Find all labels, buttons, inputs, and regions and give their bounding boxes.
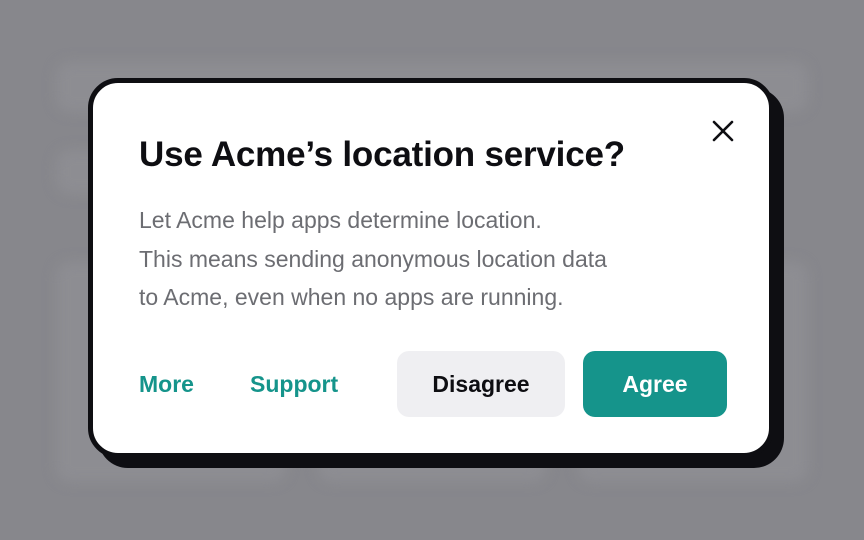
disagree-button[interactable]: Disagree xyxy=(397,351,565,417)
agree-button[interactable]: Agree xyxy=(583,351,727,417)
close-button[interactable] xyxy=(709,117,737,145)
support-button[interactable]: Support xyxy=(250,351,338,417)
dialog-actions: More Support Disagree Agree xyxy=(139,351,727,417)
dialog-message-line: Let Acme help apps determine location. xyxy=(139,207,542,233)
more-button[interactable]: More xyxy=(139,351,194,417)
dialog-title: Use Acme’s location service? xyxy=(139,135,625,174)
location-service-dialog: Use Acme’s location service? Let Acme he… xyxy=(88,78,774,458)
close-icon xyxy=(712,120,734,142)
dialog-message-line: This means sending anonymous location da… xyxy=(139,245,607,272)
dialog-message-line: to Acme, even when no apps are running. xyxy=(139,284,564,310)
dialog-message: Let Acme help apps determine location. T… xyxy=(139,201,699,317)
